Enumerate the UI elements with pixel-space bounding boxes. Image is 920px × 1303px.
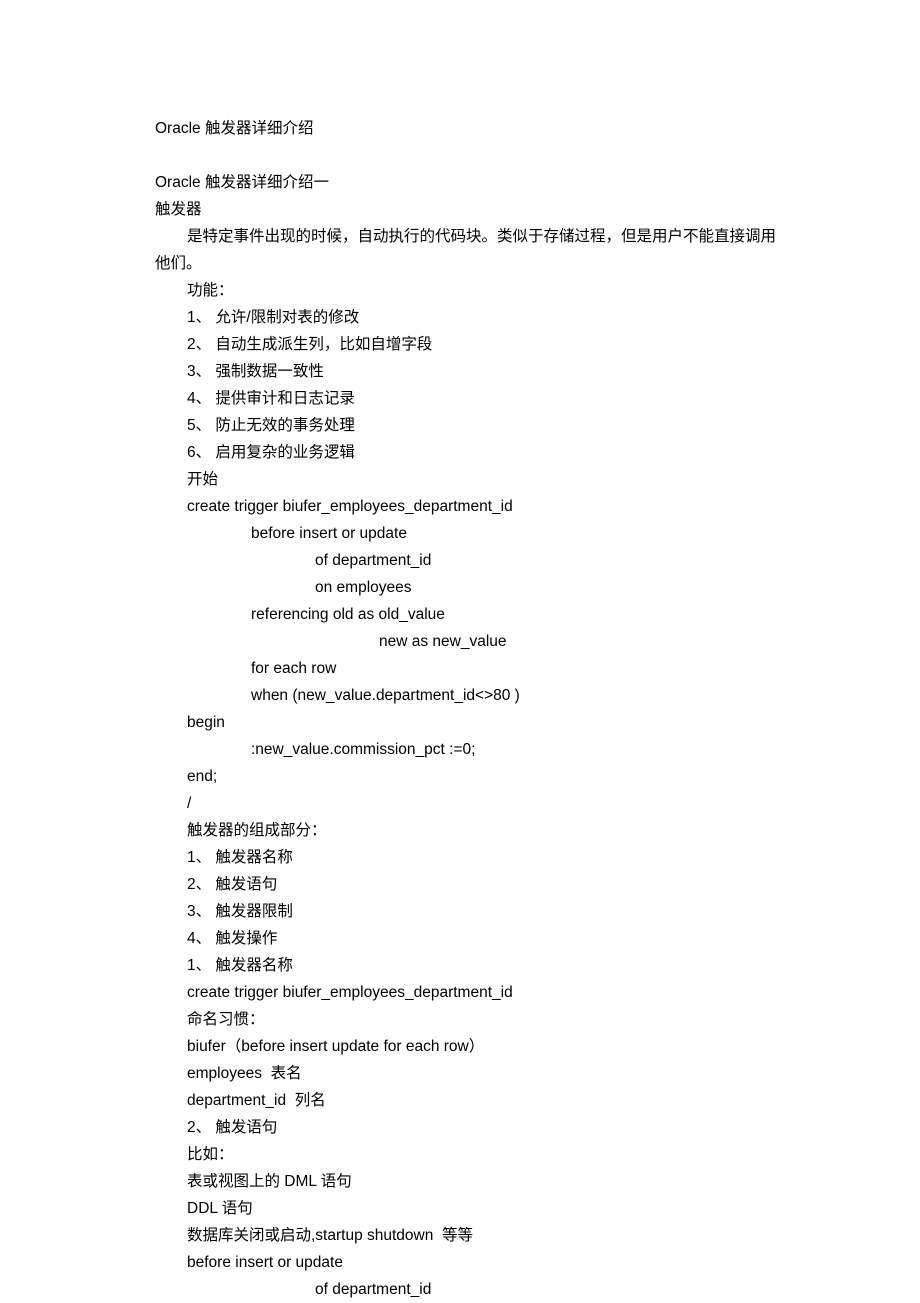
before-line: before insert or update (155, 1249, 765, 1276)
main-title: Oracle 触发器详细介绍 (155, 115, 765, 142)
intro-text-2: 他们。 (155, 250, 765, 277)
code-line-6: new as new_value (155, 628, 765, 655)
gap (155, 142, 765, 169)
function-item-4: 4、 提供审计和日志记录 (155, 385, 765, 412)
db-line: 数据库关闭或启动,startup shutdown 等等 (155, 1222, 765, 1249)
code-line-7: for each row (155, 655, 765, 682)
of-line: of department_id (155, 1276, 765, 1303)
code-line-9: begin (155, 709, 765, 736)
code-line-12: / (155, 790, 765, 817)
biufer-line: biufer（before insert update for each row… (155, 1033, 765, 1060)
create-trigger-line: create trigger biufer_employees_departme… (155, 979, 765, 1006)
intro-text-1: 是特定事件出现的时候，自动执行的代码块。类似于存储过程，但是用户不能直接调用 (155, 223, 765, 250)
code-line-10: :new_value.commission_pct :=0; (155, 736, 765, 763)
component-2-repeat: 2、 触发语句 (155, 1114, 765, 1141)
function-item-2: 2、 自动生成派生列，比如自增字段 (155, 331, 765, 358)
code-line-4: on employees (155, 574, 765, 601)
code-line-1: create trigger biufer_employees_departme… (155, 493, 765, 520)
naming-label: 命名习惯： (155, 1006, 765, 1033)
component-item-2: 2、 触发语句 (155, 871, 765, 898)
component-1-repeat: 1、 触发器名称 (155, 952, 765, 979)
ddl-line: DDL 语句 (155, 1195, 765, 1222)
component-item-4: 4、 触发操作 (155, 925, 765, 952)
function-item-1: 1、 允许/限制对表的修改 (155, 304, 765, 331)
code-line-11: end; (155, 763, 765, 790)
component-item-1: 1、 触发器名称 (155, 844, 765, 871)
code-line-8: when (new_value.department_id<>80 ) (155, 682, 765, 709)
section-title: Oracle 触发器详细介绍一 (155, 169, 765, 196)
example-label: 比如： (155, 1141, 765, 1168)
code-line-3: of department_id (155, 547, 765, 574)
dml-line: 表或视图上的 DML 语句 (155, 1168, 765, 1195)
code-line-2: before insert or update (155, 520, 765, 547)
employees-line: employees 表名 (155, 1060, 765, 1087)
function-item-6: 6、 启用复杂的业务逻辑 (155, 439, 765, 466)
trigger-heading: 触发器 (155, 196, 765, 223)
code-line-5: referencing old as old_value (155, 601, 765, 628)
start-label: 开始 (155, 466, 765, 493)
function-item-5: 5、 防止无效的事务处理 (155, 412, 765, 439)
department-line: department_id 列名 (155, 1087, 765, 1114)
function-item-3: 3、 强制数据一致性 (155, 358, 765, 385)
components-label: 触发器的组成部分： (155, 817, 765, 844)
document-content: Oracle 触发器详细介绍 Oracle 触发器详细介绍一 触发器 是特定事件… (155, 115, 765, 1303)
functions-label: 功能： (155, 277, 765, 304)
component-item-3: 3、 触发器限制 (155, 898, 765, 925)
